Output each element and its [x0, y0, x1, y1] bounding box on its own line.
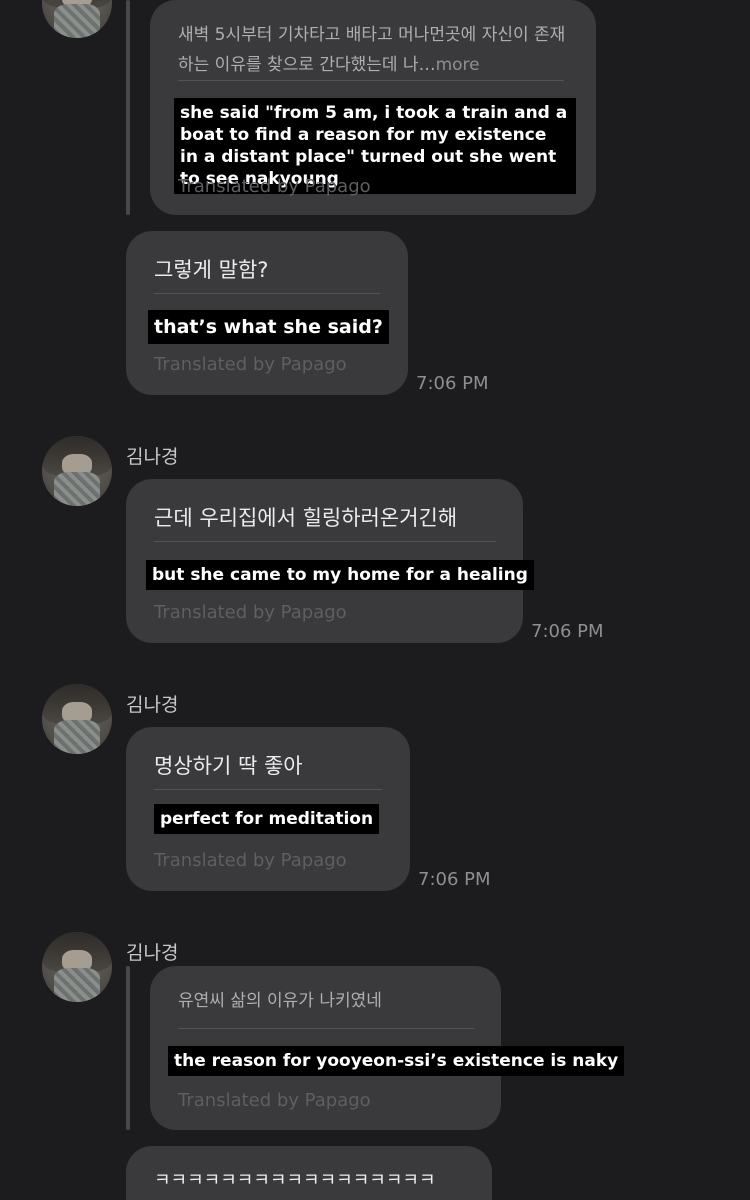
divider [178, 1028, 474, 1029]
divider [154, 789, 382, 790]
sender-name: 김나경 [126, 446, 179, 468]
translated-by-label: Translated by Papago [154, 354, 347, 375]
sender-name: 김나경 [126, 694, 179, 716]
message-original-text: ㅋㅋㅋㅋㅋㅋㅋㅋㅋㅋㅋㅋㅋㅋㅋㅋㅋ [154, 1170, 436, 1191]
translated-by-label: Translated by Papago [178, 176, 371, 197]
avatar[interactable] [42, 684, 112, 754]
divider [154, 541, 496, 542]
translation-caption: that’s what she said? [148, 310, 389, 344]
message-timestamp: 7:06 PM [418, 869, 491, 890]
translated-by-label: Translated by Papago [154, 602, 347, 623]
message-original-text: 근데 우리집에서 힐링하러온거긴해 [154, 506, 458, 530]
avatar[interactable] [42, 436, 112, 506]
reply-indicator [126, 0, 130, 215]
translated-by-label: Translated by Papago [154, 850, 347, 871]
divider [154, 293, 380, 294]
chat-thread: 새벽 5시부터 기차타고 배타고 머나먼곳에 자신이 존재하는 이유를 찾으로 … [0, 0, 750, 1200]
sender-name: 김나경 [126, 942, 179, 964]
message-original-text: 새벽 5시부터 기차타고 배타고 머나먼곳에 자신이 존재하는 이유를 찾으로 … [178, 25, 566, 75]
translation-caption: the reason for yooyeon-ssi’s existence i… [168, 1046, 625, 1076]
translated-by-label: Translated by Papago [178, 1090, 371, 1111]
message-original-text: 명상하기 딱 좋아 [154, 754, 303, 778]
translation-caption: perfect for meditation [154, 804, 380, 834]
more-link[interactable]: more [436, 55, 480, 75]
message-timestamp: 7:06 PM [416, 373, 489, 394]
translation-caption: but she came to my home for a healing [146, 560, 534, 590]
avatar[interactable] [42, 0, 112, 38]
avatar[interactable] [42, 932, 112, 1002]
message-original-text: 유연씨 삶의 이유가 나키였네 [178, 991, 382, 1011]
message-original-text: 그렇게 말함? [154, 258, 269, 282]
divider [178, 80, 564, 81]
message-timestamp: 7:06 PM [531, 621, 604, 642]
reply-indicator [126, 966, 130, 1130]
